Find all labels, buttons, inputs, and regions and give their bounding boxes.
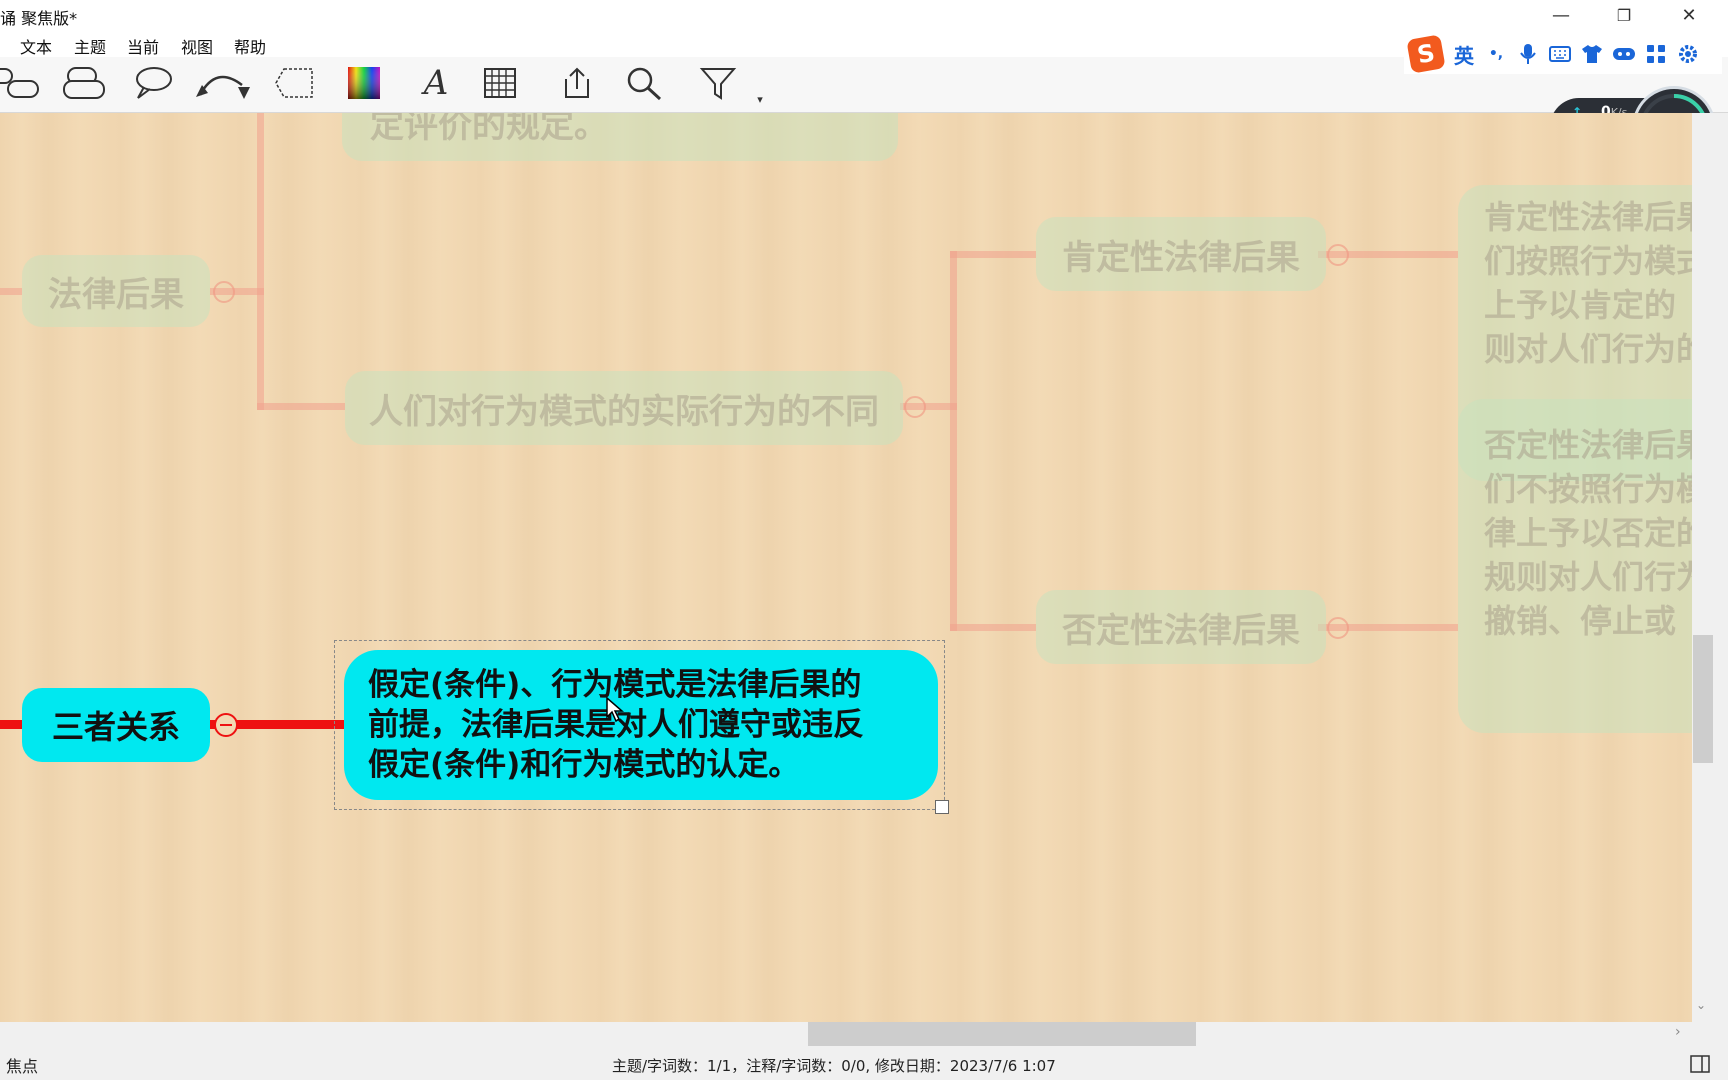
- collapse-toggle-icon[interactable]: [213, 281, 235, 303]
- positive-consequence-label: 肯定性法律后果: [1062, 237, 1300, 278]
- window-title: 诵 聚焦版*: [0, 9, 78, 28]
- negative-desc-line: 规则对人们行为: [1484, 558, 1692, 596]
- add-subtopic-icon[interactable]: [62, 61, 108, 105]
- faded-branch-line: [950, 624, 1036, 631]
- positive-desc-line: 上予以肯定的: [1484, 286, 1677, 324]
- apps-grid-icon[interactable]: [1640, 36, 1672, 72]
- relation-text-node[interactable]: 假定(条件)、行为模式是法律后果的 前提，法律后果是对人们遵守或违反 假定(条件…: [344, 650, 938, 800]
- table-icon[interactable]: [482, 61, 518, 105]
- faded-branch-line: [950, 251, 1036, 258]
- behavior-difference-label: 人们对行为模式的实际行为的不同: [369, 391, 879, 432]
- ime-punct-toggle[interactable]: •,: [1480, 36, 1512, 72]
- microphone-icon[interactable]: [1512, 36, 1544, 72]
- faded-topic-node[interactable]: 定评价的规定。: [342, 113, 898, 161]
- panel-toggle-icon[interactable]: [1690, 1055, 1710, 1073]
- ime-language-toggle[interactable]: 英: [1448, 36, 1480, 72]
- sogou-logo-icon[interactable]: S: [1404, 34, 1448, 74]
- collapse-toggle-icon[interactable]: [1327, 244, 1349, 266]
- negative-consequence-label: 否定性法律后果: [1062, 610, 1300, 651]
- restore-button[interactable]: ❐: [1595, 0, 1653, 30]
- faded-branch-line: [257, 403, 345, 410]
- faded-branch-line: [257, 113, 264, 410]
- active-branch-line: [0, 720, 22, 729]
- color-palette-icon[interactable]: [346, 61, 382, 105]
- scroll-down-arrow-icon[interactable]: ⌄: [1696, 998, 1706, 1012]
- positive-desc-line: 肯定性法律后果: [1484, 198, 1692, 236]
- status-mode: 焦点: [6, 1057, 39, 1076]
- resize-handle[interactable]: [935, 800, 949, 814]
- negative-desc-line: 撤销、停止或: [1484, 602, 1677, 640]
- positive-consequence-node[interactable]: 肯定性法律后果: [1036, 217, 1326, 291]
- game-controller-icon[interactable]: [1608, 36, 1640, 72]
- relation-text-line: 假定(条件)和行为模式的认定。: [368, 747, 800, 783]
- filter-icon[interactable]: [698, 61, 738, 105]
- status-info: 主题/字词数：1/1，注释/字词数：0/0, 修改日期：2023/7/6 1:0…: [612, 1057, 1056, 1075]
- mouse-cursor-icon: [606, 697, 624, 723]
- collapse-toggle-icon[interactable]: [1327, 617, 1349, 639]
- collapse-toggle-icon[interactable]: [214, 713, 238, 737]
- legal-consequence-node[interactable]: 法律后果: [22, 255, 210, 327]
- negative-description-node[interactable]: 否定性法律后果 们不按照行为模 律上予以否定的 规则对人们行为 撤销、停止或: [1458, 399, 1692, 733]
- relationship-icon[interactable]: [194, 61, 254, 105]
- menu-help[interactable]: 帮助: [234, 34, 266, 58]
- menu-text[interactable]: 文本: [20, 34, 52, 58]
- ime-settings-gear-icon[interactable]: [1672, 36, 1704, 72]
- add-topic-icon[interactable]: [0, 61, 44, 105]
- relation-topic-node[interactable]: 三者关系: [22, 688, 210, 762]
- minimize-button[interactable]: —: [1532, 0, 1590, 30]
- relation-topic-label: 三者关系: [51, 708, 180, 746]
- status-bar: 焦点 主题/字词数：1/1，注释/字词数：0/0, 修改日期：2023/7/6 …: [0, 1046, 1728, 1080]
- menu-current[interactable]: 当前: [127, 34, 159, 58]
- positive-desc-line: 则对人们行为的: [1484, 330, 1692, 368]
- close-button[interactable]: ✕: [1660, 0, 1718, 30]
- behavior-difference-node[interactable]: 人们对行为模式的实际行为的不同: [345, 371, 903, 445]
- export-icon[interactable]: [560, 61, 594, 105]
- menu-view[interactable]: 视图: [181, 34, 213, 58]
- faded-branch-line: [950, 251, 957, 631]
- negative-desc-line: 否定性法律后果: [1484, 426, 1692, 464]
- font-icon[interactable]: A: [418, 61, 454, 105]
- keyboard-icon[interactable]: [1544, 36, 1576, 72]
- horizontal-scroll-thumb[interactable]: [808, 1022, 1196, 1046]
- mindmap-canvas[interactable]: 定评价的规定。 法律后果 人们对行为模式的实际行为的不同 肯定性法律后果 否定性…: [0, 113, 1692, 1022]
- legal-consequence-label: 法律后果: [48, 274, 184, 315]
- negative-desc-line: 律上予以否定的: [1484, 514, 1692, 552]
- faded-branch-line: [0, 288, 22, 295]
- search-icon[interactable]: [624, 61, 664, 105]
- boundary-icon[interactable]: [272, 61, 316, 105]
- negative-consequence-node[interactable]: 否定性法律后果: [1036, 590, 1326, 664]
- negative-desc-line: 们不按照行为模: [1484, 470, 1692, 508]
- scroll-right-arrow-icon[interactable]: ›: [1675, 1024, 1681, 1040]
- collapse-toggle-icon[interactable]: [904, 396, 926, 418]
- menu-topic[interactable]: 主题: [74, 34, 106, 58]
- vertical-scrollbar[interactable]: ⌄: [1692, 113, 1728, 1022]
- vertical-scroll-thumb[interactable]: [1693, 635, 1713, 763]
- skin-shirt-icon[interactable]: [1576, 36, 1608, 72]
- callout-icon[interactable]: [132, 61, 174, 105]
- title-bar: 诵 聚焦版* — ❐ ✕: [0, 0, 1728, 32]
- ime-toolbar: S 英 •,: [1404, 34, 1722, 74]
- faded-topic-label: 定评价的规定。: [370, 113, 608, 146]
- positive-desc-line: 们按照行为模式: [1484, 242, 1692, 280]
- horizontal-scrollbar[interactable]: ›: [0, 1022, 1692, 1046]
